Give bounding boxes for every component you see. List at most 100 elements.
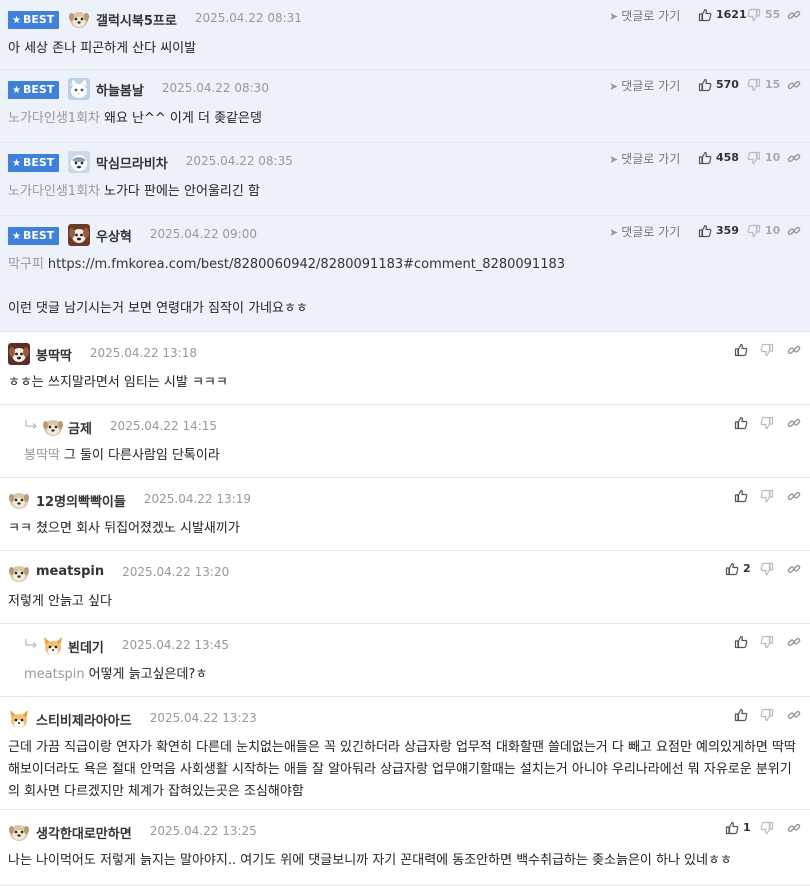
thumbs-down-icon <box>760 634 774 649</box>
comment-text: 근데 가끔 직급이랑 연자가 확연히 다른데 눈치없는애들은 꼭 있긴하더라 상… <box>8 740 796 799</box>
copy-link-button[interactable] <box>787 634 801 648</box>
comment: meatspin 2025.04.22 13:20 2 저렇게 안늙고 싶다 <box>0 551 810 624</box>
copy-link-button[interactable] <box>787 77 801 91</box>
reply-target-name[interactable]: meatspin <box>24 667 85 682</box>
thumbs-up-icon <box>734 415 748 430</box>
downvote-button[interactable] <box>760 415 774 430</box>
downvote-button[interactable]: 55 <box>747 7 780 22</box>
goto-comment-link[interactable]: ➤ 댓글로 가기 <box>609 150 680 167</box>
thumbs-up-icon <box>698 77 712 92</box>
author-nickname[interactable]: 스티비제라아아드 <box>36 710 132 729</box>
thumbs-up-icon <box>698 150 712 165</box>
author-nickname[interactable]: 뵌데기 <box>68 637 104 656</box>
author-nickname[interactable]: 하늘봄날 <box>96 80 144 99</box>
avatar[interactable] <box>68 78 90 100</box>
comment-body: 봉딱딱 그 둘이 다른사람임 단톡이라 <box>24 445 800 467</box>
best-comment: ★ BEST 갤럭시북5프로 2025.04.22 08:31 ➤ 댓글로 가기 1621 5… <box>0 0 810 70</box>
author-nickname[interactable]: meatspin <box>36 564 104 579</box>
comment-date: 2025.04.22 08:31 <box>194 11 302 25</box>
downvote-count: 10 <box>765 150 781 164</box>
reply-target-name[interactable]: 봉딱딱 <box>24 448 60 463</box>
downvote-button[interactable]: 10 <box>747 223 780 238</box>
thumbs-up-icon <box>734 342 748 357</box>
downvote-button[interactable] <box>760 820 774 835</box>
copy-link-button[interactable] <box>787 561 801 575</box>
upvote-button[interactable]: 2 <box>725 561 751 576</box>
copy-link-button[interactable] <box>787 820 801 834</box>
thumbs-down-icon <box>760 707 774 722</box>
comment-body: ㅎㅎ는 쓰지말라면서 임티는 시발 ㅋㅋㅋ <box>8 372 800 394</box>
goto-comment-link[interactable]: ➤ 댓글로 가기 <box>609 7 680 24</box>
comment-date: 2025.04.22 08:35 <box>185 154 293 168</box>
avatar[interactable] <box>8 489 30 511</box>
thumbs-down-icon <box>760 488 774 503</box>
comment-body: ㅋㅋ 쳤으면 회사 뒤집어졌겠노 시발새끼가 <box>8 518 800 540</box>
goto-comment-link[interactable]: ➤ 댓글로 가기 <box>609 223 680 240</box>
author-nickname[interactable]: 막심므라비차 <box>96 153 168 172</box>
downvote-button[interactable] <box>760 561 774 576</box>
reply-target-name[interactable]: 막구피 <box>8 257 44 272</box>
downvote-button[interactable] <box>760 707 774 722</box>
downvote-button[interactable]: 15 <box>747 77 780 92</box>
comment-body: 저렇게 안늙고 싶다 <box>8 591 800 613</box>
upvote-button[interactable]: 1 <box>725 820 751 835</box>
reply-arrow-icon <box>24 417 38 431</box>
best-badge: ★ BEST <box>8 227 60 245</box>
author-nickname[interactable]: 12명의빡빡이들 <box>36 491 126 510</box>
downvote-button[interactable] <box>760 342 774 357</box>
reply-target-name[interactable]: 노가다인생1회차 <box>8 184 100 199</box>
avatar[interactable] <box>8 343 30 365</box>
author-nickname[interactable]: 갤럭시북5프로 <box>96 10 177 29</box>
avatar[interactable] <box>68 8 90 30</box>
reply-target-name[interactable]: 노가다인생1회차 <box>8 111 100 126</box>
comment-date: 2025.04.22 13:18 <box>89 346 197 360</box>
copy-link-button[interactable] <box>787 7 801 21</box>
thumbs-up-icon <box>734 634 748 649</box>
avatar[interactable] <box>8 821 30 843</box>
thumbs-down-icon <box>760 561 774 576</box>
upvote-button[interactable]: 570 <box>698 77 739 92</box>
copy-link-button[interactable] <box>787 223 801 237</box>
comment-date: 2025.04.22 13:20 <box>122 565 230 579</box>
upvote-count: 1 <box>743 820 751 834</box>
downvote-button[interactable] <box>760 634 774 649</box>
upvote-button[interactable] <box>734 707 748 722</box>
upvote-button[interactable]: 1621 <box>698 7 747 22</box>
author-nickname[interactable]: 생각한대로만하면 <box>36 823 132 842</box>
best-comment: ★ BEST 막심므라비차 2025.04.22 08:35 ➤ 댓글로 가기 458 10 노… <box>0 143 810 216</box>
upvote-button[interactable]: 359 <box>698 223 739 238</box>
upvote-button[interactable]: 458 <box>698 150 739 165</box>
copy-link-button[interactable] <box>787 488 801 502</box>
thumbs-down-icon <box>760 820 774 835</box>
downvote-button[interactable] <box>760 488 774 503</box>
avatar[interactable] <box>68 224 90 246</box>
comment-link[interactable]: https://m.fmkorea.com/best/8280060942/82… <box>48 257 565 272</box>
avatar[interactable] <box>42 635 64 657</box>
comment-text: ㅋㅋ 쳤으면 회사 뒤집어졌겠노 시발새끼가 <box>8 521 240 536</box>
comment-text: 노가다 판에는 안어울리긴 함 <box>104 184 260 199</box>
avatar[interactable] <box>42 416 64 438</box>
upvote-button[interactable] <box>734 488 748 503</box>
author-nickname[interactable]: 금제 <box>68 418 92 437</box>
thumbs-down-icon <box>747 7 761 22</box>
upvote-button[interactable] <box>734 415 748 430</box>
avatar[interactable] <box>8 708 30 730</box>
upvote-button[interactable] <box>734 634 748 649</box>
link-icon <box>787 342 801 356</box>
copy-link-button[interactable] <box>787 707 801 721</box>
copy-link-button[interactable] <box>787 150 801 164</box>
goto-comment-link[interactable]: ➤ 댓글로 가기 <box>609 77 680 94</box>
avatar[interactable] <box>68 151 90 173</box>
comment-text: 그 둘이 다른사람임 단톡이라 <box>63 448 220 463</box>
copy-link-button[interactable] <box>787 415 801 429</box>
comment-body: 근데 가끔 직급이랑 연자가 확연히 다른데 눈치없는애들은 꼭 있긴하더라 상… <box>8 737 800 803</box>
avatar[interactable] <box>8 562 30 584</box>
copy-link-button[interactable] <box>787 342 801 356</box>
downvote-button[interactable]: 10 <box>747 150 781 165</box>
comment-text: 왜요 난^^ 이게 더 좆같은뎅 <box>104 111 262 126</box>
upvote-button[interactable] <box>734 342 748 357</box>
author-nickname[interactable]: 봉딱딱 <box>36 345 72 364</box>
comment-body: 나는 나이먹어도 저렇게 늙지는 말아야지.. 여기도 위에 댓글보니까 자기 … <box>8 850 800 872</box>
send-arrow-icon: ➤ <box>609 153 619 166</box>
author-nickname[interactable]: 우상혁 <box>96 226 132 245</box>
